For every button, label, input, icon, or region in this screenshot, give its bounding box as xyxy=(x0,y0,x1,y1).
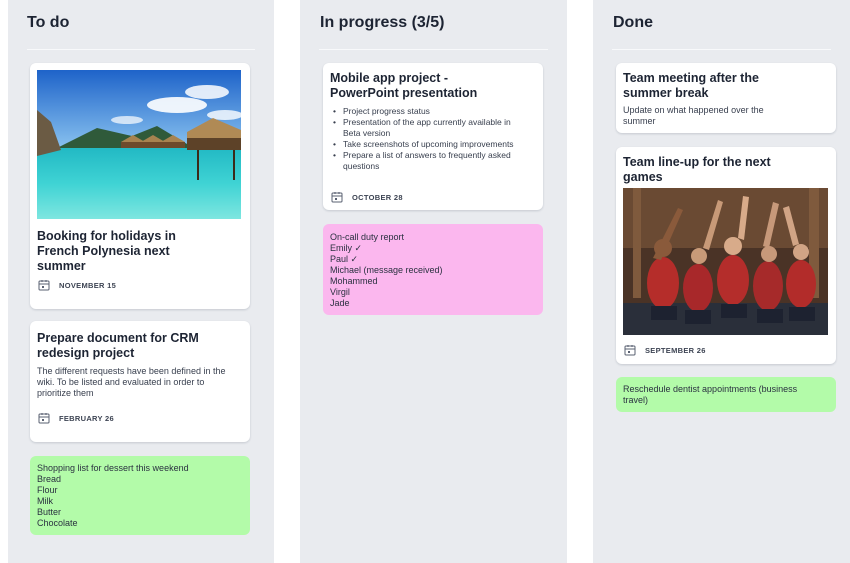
card-checklist: Project progress status Presentation of … xyxy=(330,106,520,172)
note-item: Jade xyxy=(330,298,350,308)
sticky-note-on-call[interactable]: On-call duty report Emily ✓ Paul ✓ Micha… xyxy=(323,224,543,315)
card-description: Update on what happened over the summer xyxy=(623,105,764,126)
note-item: Butter xyxy=(37,507,62,517)
task-card-holidays[interactable]: Booking for holidays in French Polynesia… xyxy=(30,63,250,309)
note-item: Milk xyxy=(37,496,53,506)
due-date-text: NOVEMBER 15 xyxy=(59,280,117,290)
card-description: The different requests have been defined… xyxy=(37,366,226,398)
column-title: To do xyxy=(27,14,70,31)
column-done: Done Team meeting after the summer break… xyxy=(593,0,850,563)
note-title: Shopping list for dessert this weekend xyxy=(37,463,189,473)
list-item: Prepare a list of answers to frequently … xyxy=(330,150,520,172)
card-title: Team meeting after the summer break xyxy=(623,71,759,100)
lagoon-photo xyxy=(37,70,241,219)
due-date-text: SEPTEMBER 26 xyxy=(645,345,706,355)
calendar-icon xyxy=(331,192,343,203)
card-title: Booking for holidays in French Polynesia… xyxy=(37,229,176,273)
sticky-note-shopping[interactable]: Shopping list for dessert this weekend B… xyxy=(30,456,250,535)
note-item: Bread xyxy=(37,474,62,484)
due-date: OCTOBER 28 xyxy=(331,190,403,204)
column-title: In progress (3/5) xyxy=(320,14,445,31)
due-date: NOVEMBER 15 xyxy=(38,278,116,292)
due-date-text: FEBRUARY 26 xyxy=(59,413,114,423)
note-text: Reschedule dentist appointments (busines… xyxy=(623,384,798,405)
note-item: Chocolate xyxy=(37,518,78,528)
task-card-team-meeting[interactable]: Team meeting after the summer break Upda… xyxy=(616,63,836,133)
divider xyxy=(27,49,255,50)
team-photo xyxy=(623,188,828,335)
due-date-text: OCTOBER 28 xyxy=(352,192,403,202)
column-todo: To do Booking for holidays in French Pol… xyxy=(8,0,274,563)
due-date: SEPTEMBER 26 xyxy=(624,343,706,357)
note-item: Virgil xyxy=(330,287,350,297)
due-date: FEBRUARY 26 xyxy=(38,411,114,425)
calendar-icon xyxy=(624,345,636,356)
sticky-note-dentist[interactable]: Reschedule dentist appointments (busines… xyxy=(616,377,836,412)
note-item: Michael (message received) xyxy=(330,265,443,275)
note-item: Paul ✓ xyxy=(330,254,359,264)
note-item: Emily ✓ xyxy=(330,243,363,253)
card-title: Prepare document for CRM redesign projec… xyxy=(37,331,199,360)
list-item: Project progress status xyxy=(330,106,520,117)
calendar-icon xyxy=(38,413,50,424)
list-item: Take screenshots of upcoming improvement… xyxy=(330,139,520,150)
task-card-crm[interactable]: Prepare document for CRM redesign projec… xyxy=(30,321,250,442)
column-title: Done xyxy=(613,14,653,31)
task-card-team-lineup[interactable]: Team line-up for the next games SEPTEMBE… xyxy=(616,147,836,364)
card-title: Team line-up for the next games xyxy=(623,155,771,184)
note-title: On-call duty report xyxy=(330,232,405,242)
divider xyxy=(612,49,831,50)
column-in-progress: In progress (3/5) Mobile app project - P… xyxy=(300,0,567,563)
task-card-mobile-app[interactable]: Mobile app project - PowerPoint presenta… xyxy=(323,63,543,210)
note-item: Flour xyxy=(37,485,58,495)
note-item: Mohammed xyxy=(330,276,378,286)
list-item: Presentation of the app currently availa… xyxy=(330,117,520,139)
card-title: Mobile app project - PowerPoint presenta… xyxy=(330,71,478,100)
divider xyxy=(319,49,548,50)
calendar-icon xyxy=(38,280,50,291)
